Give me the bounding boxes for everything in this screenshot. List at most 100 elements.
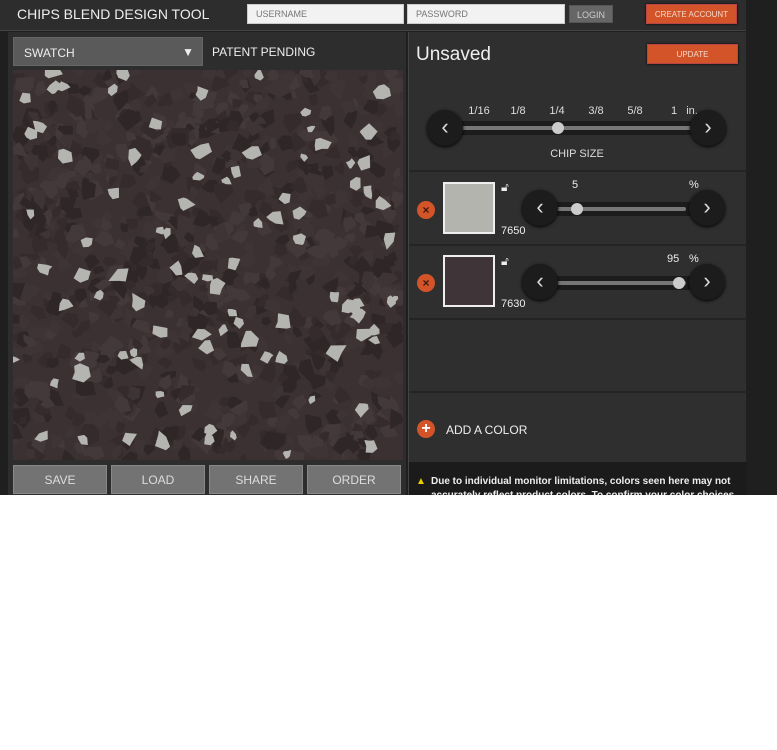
chip — [363, 185, 373, 200]
chip — [105, 366, 118, 375]
chip — [55, 343, 71, 360]
load-button[interactable]: LOAD — [111, 465, 205, 494]
tick-label: 1 — [670, 105, 678, 117]
tick-label: 1/16 — [468, 105, 490, 117]
chip — [395, 305, 403, 318]
chip — [269, 255, 283, 272]
chip — [322, 165, 334, 181]
chip — [391, 175, 403, 188]
chip — [131, 192, 150, 209]
login-button[interactable]: LOGIN — [569, 5, 613, 23]
chip — [364, 440, 378, 453]
chip — [348, 146, 358, 159]
chip — [198, 340, 215, 355]
chip — [155, 391, 165, 399]
dropdown-arrow-icon: ▼ — [182, 45, 194, 59]
create-account-button[interactable]: CREATE ACCOUNT — [646, 4, 737, 24]
disclaimer: ▲ Due to individual monitor limitations, … — [409, 462, 747, 495]
chip — [261, 316, 272, 326]
chip — [88, 311, 100, 325]
chip-size-decrease-button[interactable]: ‹ — [427, 110, 463, 146]
chip — [343, 110, 358, 129]
chip — [44, 70, 63, 79]
chip — [13, 314, 20, 324]
chip — [227, 309, 238, 317]
color-swatch[interactable] — [443, 255, 495, 307]
chip — [322, 309, 342, 326]
warning-icon: ▲ — [416, 476, 426, 487]
chip — [132, 309, 145, 318]
chip-size-handle[interactable] — [552, 122, 564, 134]
chip — [90, 87, 111, 104]
remove-color-icon[interactable]: × — [417, 274, 435, 292]
chip — [50, 434, 63, 452]
add-color-label[interactable]: ADD A COLOR — [446, 423, 527, 437]
chip — [119, 174, 137, 188]
disclaimer-text: Due to individual monitor limitations, c… — [431, 476, 734, 495]
color-row: × 🔓︎ 7650 ‹ › 5 % — [409, 170, 747, 244]
chip — [239, 453, 247, 460]
chip — [129, 348, 138, 358]
app-title: CHIPS BLEND DESIGN TOOL — [17, 6, 210, 22]
chip — [291, 394, 307, 411]
percent-slider[interactable] — [544, 276, 696, 290]
share-button[interactable]: SHARE — [209, 465, 303, 494]
chip — [335, 189, 349, 208]
tick-label: 1/4 — [549, 105, 565, 117]
chip — [218, 324, 228, 337]
update-button[interactable]: UPDATE — [647, 44, 738, 64]
patent-label: PATENT PENDING — [212, 45, 316, 59]
chip — [233, 287, 252, 302]
percent-decrease-button[interactable]: ‹ — [522, 264, 558, 300]
remove-color-icon[interactable]: × — [417, 201, 435, 219]
chip — [92, 266, 105, 275]
chip — [178, 405, 193, 417]
order-button[interactable]: ORDER — [307, 465, 401, 494]
color-swatch[interactable] — [443, 182, 495, 234]
chip — [13, 438, 19, 448]
chip — [149, 190, 163, 203]
add-icon[interactable]: + — [417, 420, 435, 438]
chip — [275, 313, 291, 329]
chip — [115, 420, 126, 434]
view-select[interactable]: SWATCH ▼ — [13, 37, 203, 66]
chip — [243, 272, 253, 285]
percent-increase-button[interactable]: › — [689, 190, 725, 226]
percent-unit: % — [689, 253, 699, 265]
password-input[interactable] — [407, 4, 565, 24]
chip-size-increase-button[interactable]: › — [690, 110, 726, 146]
unlock-icon[interactable]: 🔓︎ — [501, 254, 509, 269]
chip — [308, 395, 316, 405]
chip — [61, 449, 76, 460]
empty-row — [409, 318, 747, 391]
chip — [243, 70, 252, 78]
percent-slider[interactable] — [544, 202, 696, 216]
chip — [192, 357, 207, 372]
save-button[interactable]: SAVE — [13, 465, 107, 494]
tick-label: 3/8 — [588, 105, 604, 117]
chip — [46, 357, 59, 369]
chip-size-label: CHIP SIZE — [550, 148, 604, 160]
chip — [13, 142, 29, 158]
chip — [345, 158, 356, 169]
chip — [308, 93, 318, 106]
chip — [230, 165, 241, 179]
username-input[interactable] — [247, 4, 404, 24]
percent-increase-button[interactable]: › — [689, 264, 725, 300]
chip — [237, 253, 257, 269]
unlock-icon[interactable]: 🔓︎ — [501, 180, 509, 195]
percent-value: 95 — [667, 253, 680, 265]
chip-size-slider[interactable] — [449, 121, 713, 135]
chip — [363, 424, 378, 441]
percent-handle[interactable] — [673, 277, 685, 289]
chip — [333, 160, 345, 176]
chip — [304, 414, 323, 435]
percent-decrease-button[interactable]: ‹ — [522, 190, 558, 226]
add-color-section[interactable]: + ADD A COLOR — [409, 391, 747, 462]
chip — [240, 330, 259, 348]
chip — [107, 187, 119, 200]
percent-unit: % — [689, 179, 699, 191]
chip — [102, 256, 117, 267]
percent-handle[interactable] — [571, 203, 583, 215]
tick-label: 1/8 — [510, 105, 526, 117]
